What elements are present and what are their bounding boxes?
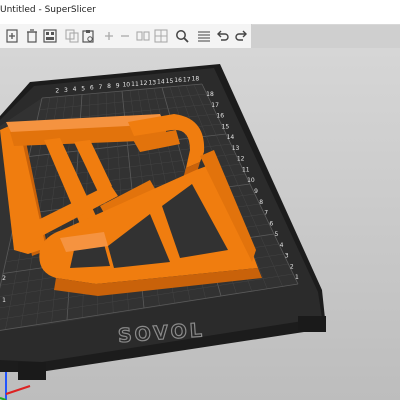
tick-label: 12 [237,156,245,163]
tick-label: 2 [2,275,6,282]
tick-label: 14 [227,134,235,141]
bed-clip-right [298,316,326,332]
tick-label: 17 [183,76,191,83]
tick-label: 6 [90,85,94,92]
redo-icon[interactable] [232,24,250,48]
tick-label: 13 [232,145,240,152]
split-parts-icon[interactable] [152,24,170,48]
tick-label: 14 [157,79,165,86]
tick-label: 1 [2,297,6,304]
tick-label: 15 [222,123,230,130]
split-objects-icon[interactable] [134,24,152,48]
tick-label: 16 [216,113,224,120]
paste-icon[interactable] [78,24,98,48]
tick-label: 4 [73,86,77,93]
tick-label: 12 [140,80,148,87]
tick-label: 9 [254,188,258,195]
tick-label: 3 [285,253,289,260]
3d-viewport[interactable]: 2 3 4 5 6 7 8 9 10 11 12 13 14 15 16 17 18 18 17 16 15 14 13 1… [0,48,400,400]
layers-icon[interactable] [194,24,214,48]
main-toolbar [0,24,252,49]
tick-label: 11 [131,81,139,88]
scene-canvas: 2 3 4 5 6 7 8 9 10 11 12 13 14 15 16 17 18 1817161514131… [0,64,326,400]
tick-label: 2 [55,88,59,95]
tick-label: 18 [192,76,200,83]
tick-label: 17 [211,102,219,109]
delete-icon[interactable] [22,24,42,48]
tick-label: 13 [148,79,156,86]
remove-instance-icon[interactable] [116,24,134,48]
window-titlebar: Untitled - SuperSlicer [0,0,400,25]
tick-label: 9 [116,82,120,89]
tick-label: 4 [280,242,284,249]
search-icon[interactable] [172,24,192,48]
arrange-icon[interactable] [40,24,60,48]
add-icon[interactable] [2,24,22,48]
tick-label: 11 [242,166,250,173]
undo-icon[interactable] [214,24,232,48]
tick-label: 8 [107,83,111,90]
tick-label: 6 [269,220,273,227]
tick-label: 5 [275,231,279,238]
tick-label: 7 [99,84,103,91]
tick-label: 10 [122,82,130,89]
tick-label: 2 [290,263,294,270]
tick-label: 15 [166,78,174,85]
window-title: Untitled - SuperSlicer [0,5,96,15]
tick-label: 18 [206,91,214,98]
tick-label: 5 [81,85,85,92]
tick-label: 10 [247,177,255,184]
tick-label: 3 [64,87,68,94]
tick-label: 8 [259,199,263,206]
bed-clip-left [18,362,46,380]
tick-label: 7 [264,210,268,217]
tick-label: 1 [295,274,299,281]
tick-label: 16 [174,77,182,84]
